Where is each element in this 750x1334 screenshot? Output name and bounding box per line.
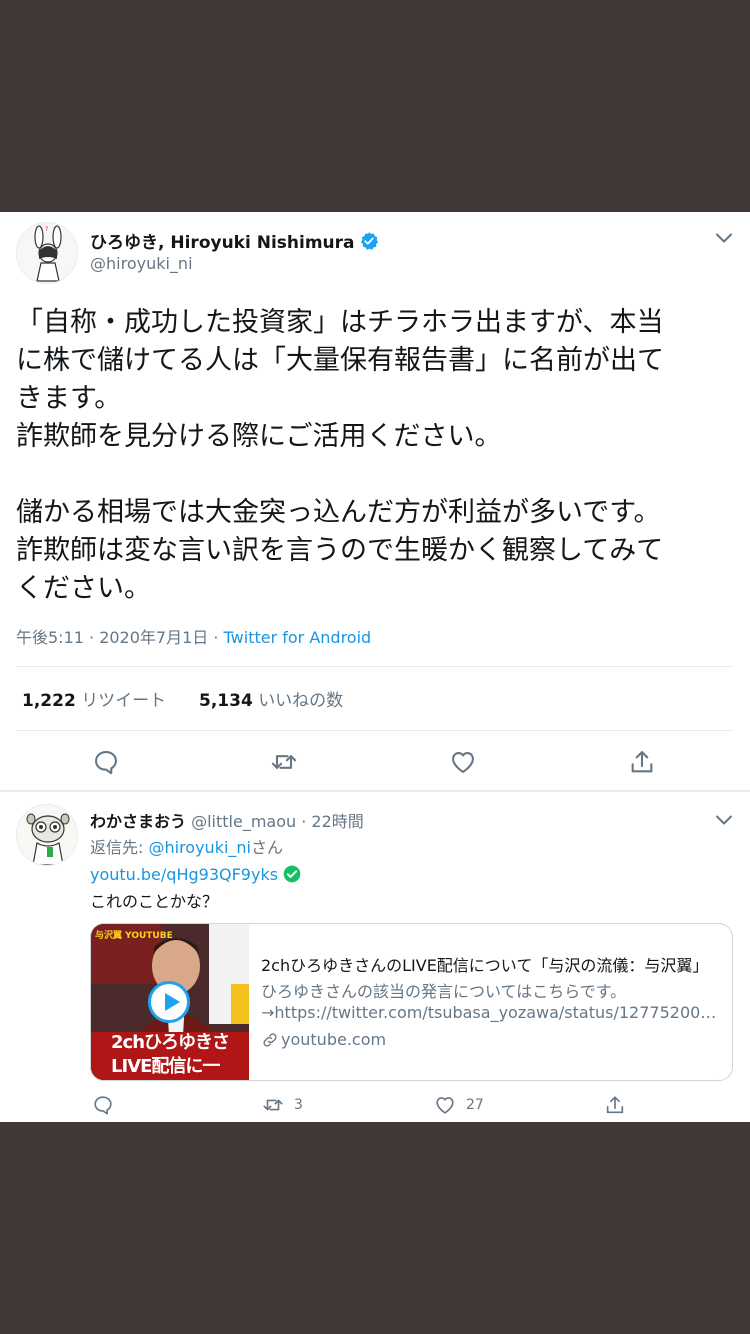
play-icon[interactable] bbox=[148, 981, 190, 1023]
reply-url-text: youtu.be/qHg93QF9yks bbox=[90, 864, 279, 884]
like-stat[interactable]: 5,134 いいねの数 bbox=[199, 691, 343, 711]
author-display-name: ひろゆき, Hiroyuki Nishimura bbox=[90, 233, 355, 253]
reply-handle-time: @little_maou · 22時間 bbox=[191, 812, 364, 831]
link-card-title: 2chひろゆきさんのLIVE配信について「与沢の流儀：与沢翼」 bbox=[261, 956, 709, 975]
tweet-stats: 1,222 リツイート 5,134 いいねの数 bbox=[22, 686, 343, 711]
link-card-thumbnail: 与沢翼 YOUTUBE 2chひろゆきさ LIVE配信に一 bbox=[91, 924, 249, 1080]
share-icon bbox=[606, 1096, 624, 1114]
retweet-label: リツイート bbox=[81, 691, 167, 711]
retweet-icon[interactable] bbox=[270, 748, 298, 776]
tweet-meta: 午後5:11 · 2020年7月1日 · Twitter for Android bbox=[16, 624, 371, 648]
reply-icon bbox=[94, 1096, 112, 1115]
verified-badge-icon bbox=[360, 231, 378, 250]
reply-author-avatar[interactable] bbox=[16, 804, 78, 866]
like-icon bbox=[436, 1097, 454, 1114]
like-icon[interactable] bbox=[449, 748, 477, 776]
author-avatar[interactable]: ? bbox=[16, 222, 78, 284]
link-card-domain-text: youtube.com bbox=[281, 1030, 387, 1049]
tweet-actions bbox=[0, 744, 750, 780]
divider bbox=[16, 666, 734, 667]
tweet-client[interactable]: Twitter for Android bbox=[224, 628, 372, 647]
link-card-domain: youtube.com bbox=[261, 1030, 386, 1049]
retweet-stat[interactable]: 1,222 リツイート bbox=[22, 691, 166, 711]
reply-to-handle[interactable]: @hiroyuki_ni bbox=[148, 838, 251, 857]
like-count: 5,134 bbox=[199, 691, 253, 711]
reply-like-button[interactable]: 27 bbox=[434, 1092, 484, 1118]
link-card[interactable]: 与沢翼 YOUTUBE 2chひろゆきさ LIVE配信に一 2chひろゆきさんの… bbox=[90, 923, 733, 1081]
reply-like-count: 27 bbox=[466, 1097, 484, 1113]
like-label: いいねの数 bbox=[258, 691, 344, 711]
tweet-card: ? ひろゆき, Hiroyuki Nishimura @hiroyuki_ni … bbox=[0, 212, 750, 1122]
retweet-count: 1,222 bbox=[22, 691, 76, 711]
reply-retweet-button[interactable]: 3 bbox=[262, 1092, 303, 1118]
link-card-description: ひろゆきさんの該当の発言についてはこちらです。 bbox=[261, 982, 627, 1001]
reply-to-line: 返信先: @hiroyuki_niさん bbox=[90, 834, 283, 858]
svg-text:?: ? bbox=[45, 226, 48, 233]
reply-url[interactable]: youtu.be/qHg93QF9yks bbox=[90, 864, 302, 884]
retweet-icon bbox=[263, 1099, 283, 1111]
reply-author[interactable]: わかさまおう @little_maou · 22時間 bbox=[90, 808, 364, 832]
thumb-logo: 与沢翼 YOUTUBE bbox=[95, 931, 173, 941]
reply-to-suffix: さん bbox=[251, 838, 284, 857]
thumb-caption-1: 2chひろゆきさ bbox=[111, 1032, 230, 1053]
reply-tweet[interactable]: わかさまおう @little_maou · 22時間 返信先: @hiroyuk… bbox=[0, 792, 750, 1122]
reply-share-button[interactable] bbox=[604, 1092, 636, 1118]
tweet-text: 「自称・成功した投資家」はチラホラ出ますが、本当 に株で儲けてる人は「大量保有報… bbox=[16, 307, 664, 604]
author-handle[interactable]: @hiroyuki_ni bbox=[90, 254, 193, 273]
reply-icon[interactable] bbox=[92, 748, 120, 776]
link-icon bbox=[263, 1032, 277, 1047]
reply-display-name: わかさまおう bbox=[90, 812, 187, 831]
main-tweet: ? ひろゆき, Hiroyuki Nishimura @hiroyuki_ni … bbox=[0, 212, 750, 792]
reply-retweet-count: 3 bbox=[294, 1097, 303, 1113]
reply-text: これのことかな？ bbox=[90, 892, 219, 911]
author-name[interactable]: ひろゆき, Hiroyuki Nishimura bbox=[90, 228, 379, 253]
check-icon bbox=[283, 865, 301, 883]
reply-to-prefix: 返信先: bbox=[90, 838, 149, 857]
reply-reply-button[interactable] bbox=[92, 1092, 124, 1118]
divider bbox=[16, 730, 734, 731]
chevron-down-icon[interactable] bbox=[712, 226, 736, 250]
thumb-caption-2: LIVE配信に一 bbox=[111, 1056, 220, 1077]
link-card-description-url: →https://twitter.com/tsubasa_yozawa/stat… bbox=[261, 1003, 721, 1022]
share-icon[interactable] bbox=[628, 748, 656, 776]
reply-actions: 3 27 bbox=[0, 1092, 750, 1122]
tweet-timestamp[interactable]: 午後5:11 · 2020年7月1日 · bbox=[16, 628, 224, 647]
chevron-down-icon[interactable] bbox=[712, 808, 736, 832]
